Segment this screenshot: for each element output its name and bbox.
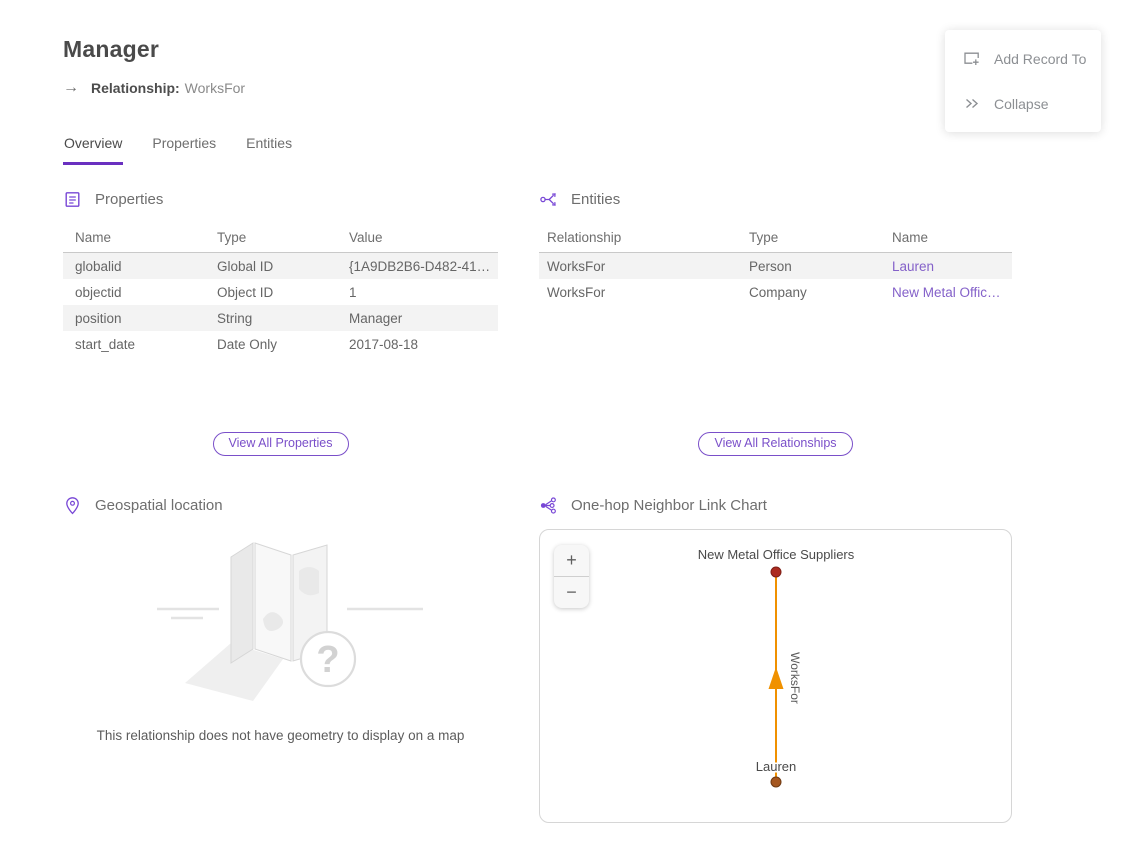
table-row: start_date Date Only 2017-08-18 [63, 331, 498, 357]
view-all-properties-button[interactable]: View All Properties [213, 432, 349, 456]
property-type: Object ID [217, 285, 349, 300]
entity-type: Person [749, 259, 892, 274]
menu-item-label: Collapse [994, 96, 1048, 112]
tab-overview[interactable]: Overview [63, 135, 123, 165]
properties-table: Name Type Value globalid Global ID {1A9D… [63, 223, 498, 357]
table-row: position String Manager [63, 305, 498, 331]
top-node-dot[interactable] [771, 567, 781, 577]
entities-icon [539, 190, 558, 209]
bottom-node-label: Lauren [756, 759, 796, 774]
column-header: Value [349, 230, 498, 245]
geospatial-section: Geospatial location [63, 496, 498, 823]
link-chart-section: One-hop Neighbor Link Chart + − WorksFor… [539, 496, 1012, 823]
properties-table-header: Name Type Value [63, 223, 498, 253]
entity-relationship: WorksFor [547, 259, 749, 274]
property-value: Manager [349, 311, 498, 326]
table-row: WorksFor Company New Metal Office ... [539, 279, 1012, 305]
link-chart-canvas[interactable]: WorksFor New Metal Office Suppliers Laur… [540, 530, 1011, 822]
property-name: position [75, 311, 217, 326]
property-type: Date Only [217, 337, 349, 352]
zoom-in-button[interactable]: + [554, 545, 589, 576]
properties-icon [63, 190, 82, 209]
column-header: Relationship [547, 230, 749, 245]
section-title: One-hop Neighbor Link Chart [571, 497, 767, 514]
table-row: globalid Global ID {1A9DB2B6-D482-4170-.… [63, 253, 498, 279]
entity-name-link[interactable]: New Metal Office ... [892, 285, 1012, 300]
table-row: WorksFor Person Lauren [539, 253, 1012, 279]
section-title: Properties [95, 191, 163, 208]
detail-tabs: Overview Properties Entities [63, 135, 1134, 165]
menu-item-add-record-to[interactable]: Add Record To [945, 36, 1101, 81]
property-name: globalid [75, 259, 217, 274]
collapse-icon [962, 94, 981, 113]
add-record-icon [962, 49, 981, 68]
column-header: Type [749, 230, 892, 245]
context-menu: Add Record To Collapse [945, 30, 1101, 132]
tab-properties[interactable]: Properties [151, 135, 217, 165]
section-title: Geospatial location [95, 497, 223, 514]
table-row: objectid Object ID 1 [63, 279, 498, 305]
tab-entities[interactable]: Entities [245, 135, 293, 165]
bottom-node-dot[interactable] [771, 777, 781, 787]
edge-direction-arrow [769, 667, 784, 689]
view-all-relationships-button[interactable]: View All Relationships [698, 432, 852, 456]
property-value: 1 [349, 285, 498, 300]
section-title: Entities [571, 191, 620, 208]
entity-relationship: WorksFor [547, 285, 749, 300]
link-chart-panel: + − WorksFor New Metal Office Suppliers … [539, 529, 1012, 823]
property-type: String [217, 311, 349, 326]
property-type: Global ID [217, 259, 349, 274]
location-pin-icon [63, 496, 82, 515]
column-header: Name [75, 230, 217, 245]
map-placeholder-illustration: ? [131, 531, 431, 718]
svg-text:?: ? [316, 639, 339, 681]
zoom-out-button[interactable]: − [554, 577, 589, 608]
column-header: Name [892, 230, 1012, 245]
relationship-arrow-icon: → [63, 79, 79, 97]
property-value: {1A9DB2B6-D482-4170-... [349, 259, 498, 274]
map-zoom-control: + − [554, 545, 589, 608]
entity-name-link[interactable]: Lauren [892, 259, 1012, 274]
no-geometry-message: This relationship does not have geometry… [63, 728, 498, 743]
entities-table-header: Relationship Type Name [539, 223, 1012, 253]
property-name: objectid [75, 285, 217, 300]
property-name: start_date [75, 337, 217, 352]
entities-section: Entities Relationship Type Name WorksFor… [539, 190, 1012, 456]
menu-item-collapse[interactable]: Collapse [945, 81, 1101, 126]
column-header: Type [217, 230, 349, 245]
property-value: 2017-08-18 [349, 337, 498, 352]
subtitle-label: Relationship: [91, 80, 180, 96]
entities-table: Relationship Type Name WorksFor Person L… [539, 223, 1012, 305]
link-chart-icon [539, 496, 558, 515]
menu-item-label: Add Record To [994, 51, 1086, 67]
top-node-label: New Metal Office Suppliers [698, 547, 855, 562]
edge-label: WorksFor [788, 652, 802, 704]
subtitle-value: WorksFor [185, 80, 245, 96]
properties-section: Properties Name Type Value globalid Glob… [63, 190, 498, 456]
record-detail-page: Add Record To Collapse Manager → Relatio… [0, 0, 1134, 863]
entity-type: Company [749, 285, 892, 300]
